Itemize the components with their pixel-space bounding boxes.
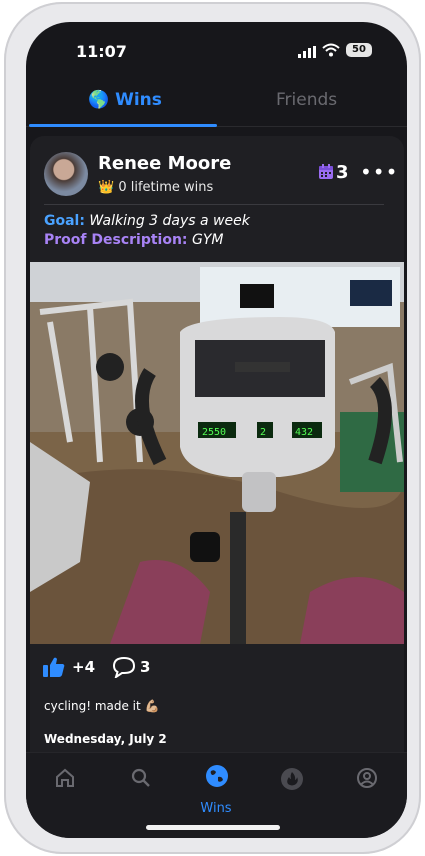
home-icon[interactable] <box>54 767 76 789</box>
fire-icon[interactable] <box>280 765 304 791</box>
proof-label: Proof Description: <box>44 232 188 248</box>
globe-icon: 🌎 <box>88 90 110 110</box>
post-caption: cycling! made it 💪🏼 <box>44 699 160 713</box>
search-icon[interactable] <box>130 767 152 789</box>
proof-value: GYM <box>191 232 224 248</box>
goal-value: Walking 3 days a week <box>89 213 250 229</box>
wifi-icon <box>322 43 340 57</box>
battery-icon: 50 <box>346 43 372 57</box>
profile-icon[interactable] <box>356 767 378 789</box>
post-date: Wednesday, July 2 <box>44 732 167 746</box>
proof-line: Proof Description: GYM <box>44 232 223 248</box>
header-divider <box>44 204 384 205</box>
nav-wins-label[interactable]: Wins <box>184 801 248 816</box>
app-screen: 11:07 50 🌎 Wins Friends Renee Moore 👑 0 … <box>26 22 407 838</box>
reactions-row: +4 3 <box>42 656 402 684</box>
streak-count: 3 <box>336 162 349 183</box>
bottom-nav: Wins <box>26 752 407 838</box>
home-indicator <box>146 825 280 830</box>
calendar-icon <box>319 164 333 179</box>
goal-label: Goal: <box>44 213 85 229</box>
crown-icon: 👑 <box>98 180 115 195</box>
avatar[interactable] <box>44 152 88 196</box>
status-bar: 11:07 50 <box>26 22 407 78</box>
like-count: +4 <box>72 658 96 676</box>
tab-wins-label: Wins <box>115 90 162 110</box>
display-value-2: 2 <box>260 427 266 438</box>
gym-photo-illustration: 2550 2 432 <box>30 262 404 644</box>
phone-frame: 11:07 50 🌎 Wins Friends Renee Moore 👑 0 … <box>4 2 421 854</box>
clock: 11:07 <box>76 42 127 61</box>
globe-icon[interactable] <box>204 763 230 789</box>
more-options-icon[interactable]: ••• <box>360 160 398 184</box>
user-name[interactable]: Renee Moore <box>98 153 231 174</box>
display-value-3: 432 <box>295 427 313 438</box>
tab-bar: 🌎 Wins Friends <box>26 84 407 127</box>
comment-icon[interactable] <box>112 656 136 678</box>
goal-line: Goal: Walking 3 days a week <box>44 213 250 229</box>
post-card: Renee Moore 👑 0 lifetime wins 3 ••• Goal… <box>30 136 404 752</box>
lifetime-wins: 👑 0 lifetime wins <box>98 180 213 195</box>
tab-friends[interactable]: Friends <box>276 90 337 110</box>
display-value-1: 2550 <box>202 427 226 438</box>
lifetime-wins-label: 0 lifetime wins <box>118 180 214 195</box>
comment-count: 3 <box>140 658 151 676</box>
thumbs-up-icon[interactable] <box>42 656 66 678</box>
proof-photo[interactable]: 2550 2 432 <box>30 262 404 644</box>
signal-icon <box>298 46 316 58</box>
tab-wins[interactable]: 🌎 Wins <box>88 90 162 110</box>
active-tab-indicator <box>29 124 217 127</box>
